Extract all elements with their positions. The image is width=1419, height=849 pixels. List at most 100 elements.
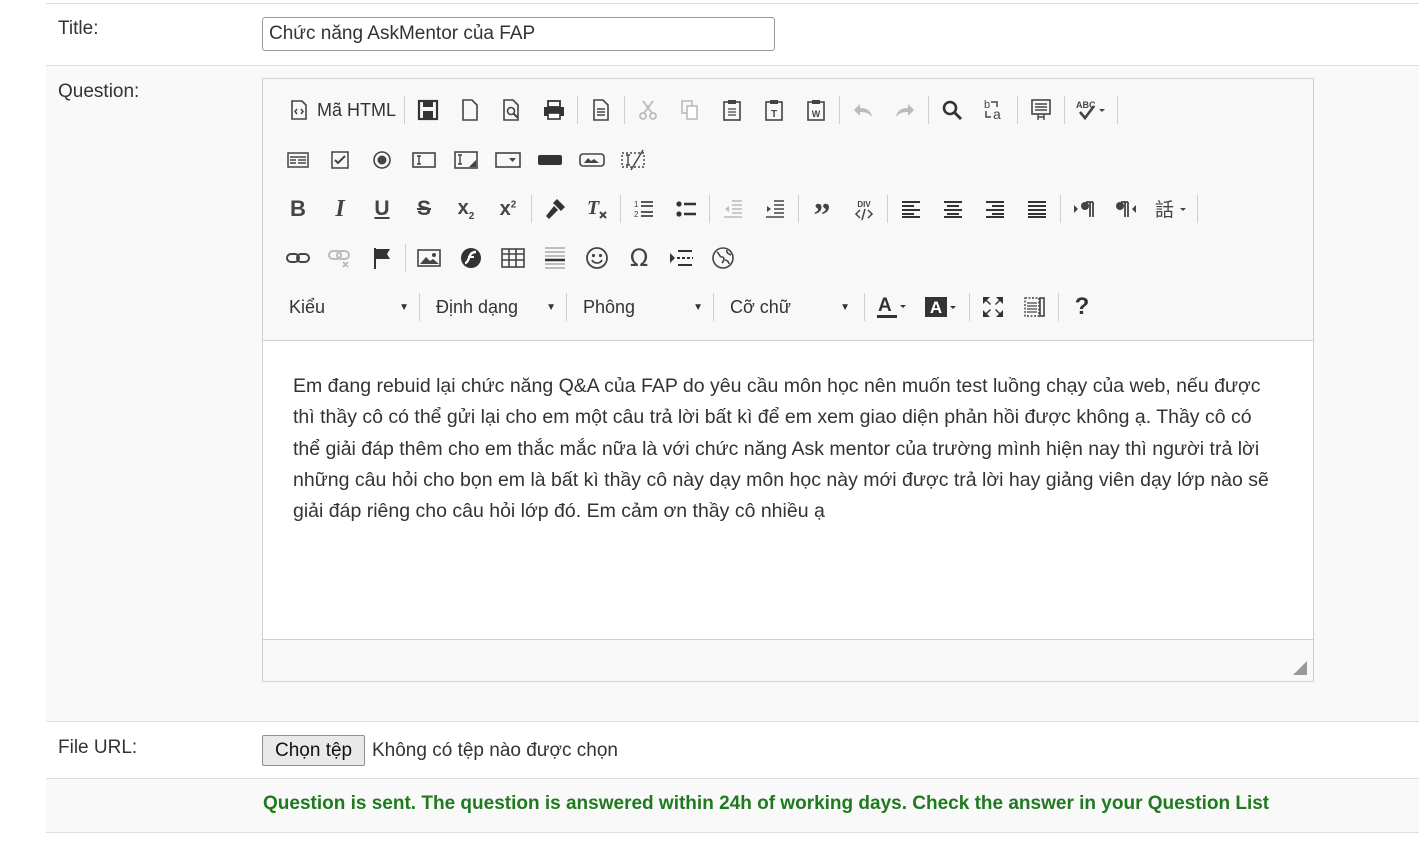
special-char-icon[interactable]: Ω <box>622 242 656 274</box>
bg-color-icon[interactable]: A <box>921 291 963 323</box>
bold-icon[interactable]: B <box>281 193 315 225</box>
unlink-icon[interactable] <box>323 242 357 274</box>
underline-icon[interactable]: U <box>365 193 399 225</box>
chevron-down-icon: ▼ <box>840 301 850 313</box>
show-blocks-icon[interactable] <box>1018 291 1052 323</box>
choose-file-button[interactable]: Chọn tệp <box>262 735 366 766</box>
success-message: Question is sent. The question is answer… <box>263 793 1270 814</box>
align-right-icon[interactable] <box>978 193 1012 225</box>
ltr-icon[interactable] <box>1067 193 1101 225</box>
bulleted-list-icon[interactable] <box>669 193 703 225</box>
select-icon[interactable] <box>491 144 525 176</box>
redo-icon[interactable] <box>888 94 922 126</box>
table-icon[interactable] <box>496 242 530 274</box>
maximize-icon[interactable] <box>976 291 1010 323</box>
italic-icon[interactable]: I <box>323 193 357 225</box>
form-icon[interactable] <box>281 144 315 176</box>
rtl-icon[interactable] <box>1109 193 1143 225</box>
radio-icon[interactable] <box>365 144 399 176</box>
text-color-icon[interactable]: A <box>873 291 913 323</box>
message-row: Question is sent. The question is answer… <box>46 778 1419 833</box>
file-row: File URL: Chọn tệp Không có tệp nào được… <box>46 721 1419 779</box>
source-icon[interactable] <box>281 94 315 126</box>
size-combo[interactable]: Cỡ chữ ▼ <box>722 291 858 323</box>
templates-icon[interactable] <box>584 94 618 126</box>
page-break-icon[interactable] <box>664 242 698 274</box>
svg-text:T: T <box>587 197 600 219</box>
align-center-icon[interactable] <box>936 193 970 225</box>
anchor-icon[interactable] <box>365 242 399 274</box>
remove-format-icon[interactable]: T <box>580 193 614 225</box>
size-combo-label: Cỡ chữ <box>730 296 791 317</box>
image-button-icon[interactable] <box>575 144 609 176</box>
title-input[interactable] <box>262 17 775 51</box>
iframe-icon[interactable] <box>706 242 740 274</box>
editor-toolbar: Mã HTML T W ba ABC B I U S x2 x2 T 1 2 ”… <box>263 79 1313 340</box>
image-icon[interactable] <box>412 242 446 274</box>
subscript-icon[interactable]: x2 <box>449 193 483 225</box>
toolbar-row-1: Mã HTML T W ba ABC <box>281 92 1124 128</box>
svg-text:1: 1 <box>634 200 639 209</box>
spellcheck-icon[interactable]: ABC <box>1071 94 1111 126</box>
copy-format-icon[interactable] <box>538 193 572 225</box>
blockquote-icon[interactable]: ” <box>805 193 839 233</box>
new-page-icon[interactable] <box>453 94 487 126</box>
numbered-list-icon[interactable]: 12 <box>627 193 661 225</box>
toolbar-row-5: Kiểu ▼ Định dạng ▼ Phông ▼ Cỡ chữ ▼ A A <box>281 289 1107 325</box>
paste-text-icon[interactable]: T <box>757 94 791 126</box>
toolbar-row-2 <box>281 142 659 178</box>
svg-text:DIV: DIV <box>857 200 871 209</box>
checkbox-icon[interactable] <box>323 144 357 176</box>
chevron-down-icon: ▼ <box>399 301 409 313</box>
file-status: Không có tệp nào được chọn <box>372 740 618 761</box>
editor-content[interactable]: Em đang rebuid lại chức năng Q&A của FAP… <box>263 340 1313 640</box>
align-left-icon[interactable] <box>894 193 928 225</box>
chevron-down-icon: ▼ <box>693 301 703 313</box>
file-label: File URL: <box>58 737 138 758</box>
undo-icon[interactable] <box>846 94 880 126</box>
about-icon[interactable]: ? <box>1065 291 1099 323</box>
paste-word-icon[interactable]: W <box>799 94 833 126</box>
copy-icon[interactable] <box>673 94 707 126</box>
paste-icon[interactable] <box>715 94 749 126</box>
question-row: Question: Mã HTML T W b a ABC B I U S x2… <box>46 65 1419 722</box>
replace-icon[interactable]: ba <box>977 94 1011 126</box>
flash-icon[interactable] <box>454 242 488 274</box>
link-icon[interactable] <box>281 242 315 274</box>
svg-text:話: 話 <box>1155 199 1174 221</box>
textarea-icon[interactable] <box>449 144 483 176</box>
font-combo-label: Phông <box>583 296 636 317</box>
styles-combo[interactable]: Kiểu ▼ <box>281 291 417 323</box>
superscript-icon[interactable]: x2 <box>491 193 525 225</box>
div-icon[interactable]: DIV <box>847 193 881 225</box>
justify-icon[interactable] <box>1020 193 1054 225</box>
strike-icon[interactable]: S <box>407 193 441 225</box>
font-combo[interactable]: Phông ▼ <box>575 291 711 323</box>
cut-icon[interactable] <box>631 94 665 126</box>
print-icon[interactable] <box>537 94 571 126</box>
format-combo[interactable]: Định dạng ▼ <box>428 291 564 323</box>
outdent-icon[interactable] <box>716 193 750 225</box>
select-all-icon[interactable] <box>1024 94 1058 126</box>
svg-text:W: W <box>812 109 821 119</box>
toolbar-row-4: Ω <box>281 240 748 276</box>
svg-text:a: a <box>993 106 1001 122</box>
hidden-field-icon[interactable] <box>617 144 651 176</box>
textfield-icon[interactable] <box>407 144 441 176</box>
format-combo-label: Định dạng <box>436 296 519 317</box>
svg-text:b: b <box>984 99 990 111</box>
language-icon[interactable]: 話 <box>1151 193 1191 225</box>
find-icon[interactable] <box>935 94 969 126</box>
resize-handle-icon[interactable] <box>1293 661 1307 675</box>
save-icon[interactable] <box>411 94 445 126</box>
indent-icon[interactable] <box>758 193 792 225</box>
preview-icon[interactable] <box>495 94 529 126</box>
chevron-down-icon: ▼ <box>546 301 556 313</box>
title-label: Title: <box>58 18 99 39</box>
horizontal-rule-icon[interactable] <box>538 242 572 274</box>
button-icon[interactable] <box>533 144 567 176</box>
toolbar-row-3: B I U S x2 x2 T 12 ” DIV 話 <box>281 191 1204 233</box>
svg-text:A: A <box>930 298 942 317</box>
source-button-label[interactable]: Mã HTML <box>317 100 396 121</box>
smiley-icon[interactable] <box>580 242 614 274</box>
